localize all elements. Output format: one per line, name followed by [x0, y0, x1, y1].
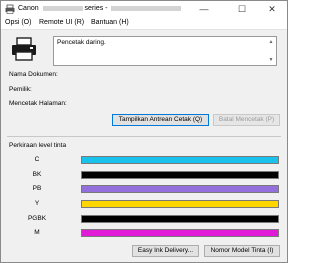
ink-level-fill	[82, 230, 278, 236]
ink-label: PB	[32, 185, 42, 192]
cancel-printing-button[interactable]: Batal Mencetak (P)	[213, 114, 280, 126]
window-title: Canon series -	[18, 5, 182, 12]
printer-status-window: Canon series - — ☐ ✕ Opsi (O) Remote UI …	[0, 0, 288, 263]
ink-level-heading: Perkiraan level tinta	[9, 142, 67, 149]
ink-level-bar	[81, 156, 279, 164]
ink-level-fill	[82, 201, 278, 207]
ink-level-fill	[82, 172, 278, 178]
ink-label: PGBK	[27, 215, 47, 222]
ink-model-number-button[interactable]: Nomor Model Tinta (I)	[204, 245, 280, 257]
ink-row-c: C	[1, 156, 287, 164]
ink-level-fill	[82, 216, 278, 222]
window-title-suffix: series -	[84, 5, 108, 12]
document-name-label: Nama Dokumen:	[9, 71, 58, 78]
window-title-prefix: Canon	[18, 5, 39, 12]
section-divider	[7, 136, 281, 137]
ink-row-pgbk: PGBK	[1, 215, 287, 223]
status-message-box: Pencetak daring. ▲ ▼	[53, 36, 277, 66]
maximize-button[interactable]: ☐	[229, 1, 255, 17]
ink-level-fill	[82, 186, 278, 192]
printer-icon	[12, 37, 36, 61]
ink-label: Y	[34, 200, 40, 207]
ink-level-bar	[81, 215, 279, 223]
title-bar[interactable]: Canon series - — ☐ ✕	[1, 1, 287, 17]
minimize-button[interactable]: —	[191, 1, 217, 17]
scroll-down-arrow-icon[interactable]: ▼	[267, 56, 275, 64]
ink-level-bar	[81, 229, 279, 237]
owner-label: Pemilik:	[9, 86, 32, 93]
ink-row-y: Y	[1, 200, 287, 208]
menu-help[interactable]: Bantuan (H)	[91, 19, 129, 26]
easy-ink-delivery-button[interactable]: Easy Ink Delivery...	[132, 245, 199, 257]
ink-row-pb: PB	[1, 185, 287, 193]
redacted-printer-name	[111, 5, 182, 11]
status-message: Pencetak daring.	[57, 39, 106, 46]
ink-label: M	[34, 229, 40, 236]
ink-row-m: M	[1, 229, 287, 237]
close-button[interactable]: ✕	[259, 1, 285, 17]
menu-remote-ui[interactable]: Remote UI (R)	[39, 19, 84, 26]
show-print-queue-button[interactable]: Tampilkan Antrean Cetak (Q)	[112, 114, 209, 126]
ink-level-bar	[81, 185, 279, 193]
ink-label: C	[34, 156, 40, 163]
ink-level-fill	[82, 157, 278, 163]
ink-level-bar	[81, 200, 279, 208]
ink-row-bk: BK	[1, 171, 287, 179]
menu-bar: Opsi (O) Remote UI (R) Bantuan (H)	[1, 17, 287, 30]
ink-level-bar	[81, 171, 279, 179]
scroll-up-arrow-icon[interactable]: ▲	[267, 38, 275, 46]
redacted-model-name	[42, 5, 83, 11]
menu-options[interactable]: Opsi (O)	[5, 19, 31, 26]
ink-label: BK	[32, 171, 42, 178]
printing-page-label: Mencetak Halaman:	[9, 100, 67, 107]
printer-app-icon	[5, 4, 15, 14]
